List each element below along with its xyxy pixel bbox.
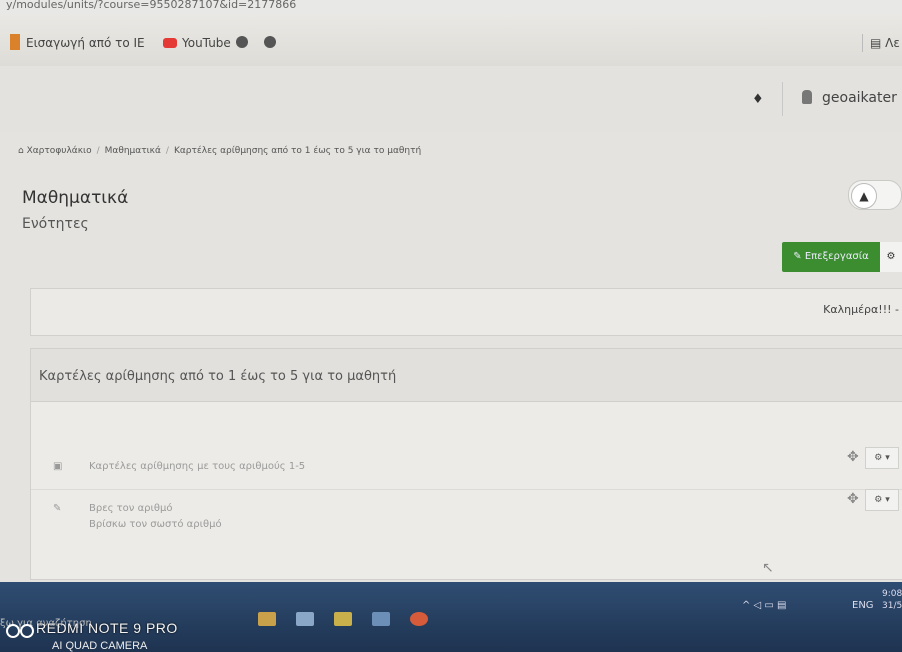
breadcrumb-item-math[interactable]: Μαθηματικά	[105, 146, 161, 156]
reading-list-label: Λε	[885, 36, 900, 50]
address-bar[interactable]: y/modules/units/?course=9550287107&id=21…	[0, 0, 902, 15]
graduation-cap-icon: ▲	[851, 183, 877, 209]
bookmark-import-ie[interactable]: Εισαγωγή από το IE	[26, 36, 145, 50]
breadcrumb-item-portfolio[interactable]: Χαρτοφυλάκιο	[27, 146, 92, 156]
page-subtitle: Ενότητες	[22, 216, 89, 232]
globe-icon[interactable]	[236, 36, 248, 48]
unit-card: Καρτέλες αρίθμησης από το 1 έως το 5 για…	[30, 348, 902, 580]
edit-button-label: Επεξεργασία	[804, 251, 869, 262]
activity-label[interactable]: Καρτέλες αρίθμησης με τους αριθμούς 1-5	[89, 461, 305, 472]
document-icon: ▣	[53, 461, 63, 472]
youtube-icon	[163, 38, 177, 48]
user-icon	[802, 90, 812, 104]
site-navbar: ♦ geoaikater	[0, 66, 902, 133]
clock[interactable]: 9:08 31/5/	[882, 588, 902, 612]
unit-card-title[interactable]: Καρτέλες αρίθμησης από το 1 έως το 5 για…	[39, 369, 396, 384]
home-icon[interactable]: ♦	[752, 92, 764, 107]
globe-icon[interactable]	[264, 36, 276, 48]
greeting-section: Καλημέρα!!! -	[30, 288, 902, 336]
edit-icon: ✎	[53, 503, 62, 514]
page-title: Μαθηματικά	[22, 188, 129, 208]
file-explorer-icon[interactable]	[334, 612, 352, 626]
mail-app-icon[interactable]	[372, 612, 390, 626]
system-tray-icons[interactable]: ^ ◁ ▭ ▤	[742, 600, 787, 611]
clock-date: 31/5/	[882, 601, 902, 611]
camera-watermark: REDMI NOTE 9 PRO	[36, 620, 178, 636]
bookmark-folder-icon	[10, 34, 20, 50]
bookmark-youtube[interactable]: YouTube	[182, 36, 231, 50]
settings-gear-button[interactable]: ⚙	[880, 242, 902, 272]
student-view-toggle[interactable]: ▲	[848, 180, 902, 210]
camera-watermark-icon	[6, 624, 20, 638]
navbar-divider	[782, 82, 783, 116]
move-icon[interactable]: ✥	[847, 491, 859, 507]
language-indicator[interactable]: ENG	[852, 600, 874, 611]
media-app-icon[interactable]	[258, 612, 276, 626]
user-menu[interactable]: geoaikater	[822, 90, 897, 106]
edit-button[interactable]: ✎ Επεξεργασία	[782, 242, 880, 272]
page-content: ⌂ Χαρτοφυλάκιο / Μαθηματικά / Καρτέλες αρίθμ…	[0, 132, 902, 602]
screen: y/modules/units/?course=9550287107&id=21…	[0, 0, 902, 652]
url-text[interactable]: y/modules/units/?course=9550287107&id=21…	[6, 0, 296, 11]
move-icon[interactable]: ✥	[847, 449, 859, 465]
camera-watermark-icon	[20, 624, 34, 638]
activity-row[interactable]: ✎ Βρες τον αριθμό Βρίσκω τον σωστό αριθμ…	[31, 489, 902, 531]
camera-watermark-sub: AI QUAD CAMERA	[52, 640, 148, 652]
activity-description: Βρίσκω τον σωστό αριθμό	[89, 519, 222, 530]
clock-time: 9:08	[882, 589, 902, 599]
breadcrumb-item-current[interactable]: Καρτέλες αρίθμησης από το 1 έως το 5 για…	[174, 146, 421, 156]
unit-card-header: Καρτέλες αρίθμησης από το 1 έως το 5 για…	[31, 349, 902, 402]
mouse-cursor-icon: ↖	[762, 560, 774, 576]
bookmarks-bar: Εισαγωγή από το IE YouTube ▤ Λε	[0, 14, 902, 66]
activity-label[interactable]: Βρες τον αριθμό	[89, 503, 173, 514]
activity-menu-button[interactable]: ⚙ ▾	[865, 489, 899, 511]
bookmarks-divider	[862, 34, 863, 52]
greeting-text[interactable]: Καλημέρα!!! -	[823, 303, 899, 316]
chrome-icon[interactable]	[410, 612, 428, 626]
breadcrumb-home-icon: ⌂	[18, 146, 27, 156]
activity-menu-button[interactable]: ⚙ ▾	[865, 447, 899, 469]
reading-list-button[interactable]: ▤ Λε	[870, 36, 900, 50]
breadcrumb: ⌂ Χαρτοφυλάκιο / Μαθηματικά / Καρτέλες αρίθμ…	[18, 146, 422, 156]
store-app-icon[interactable]	[296, 612, 314, 626]
activity-row[interactable]: ▣ Καρτέλες αρίθμησης με τους αριθμούς 1-…	[31, 447, 902, 490]
